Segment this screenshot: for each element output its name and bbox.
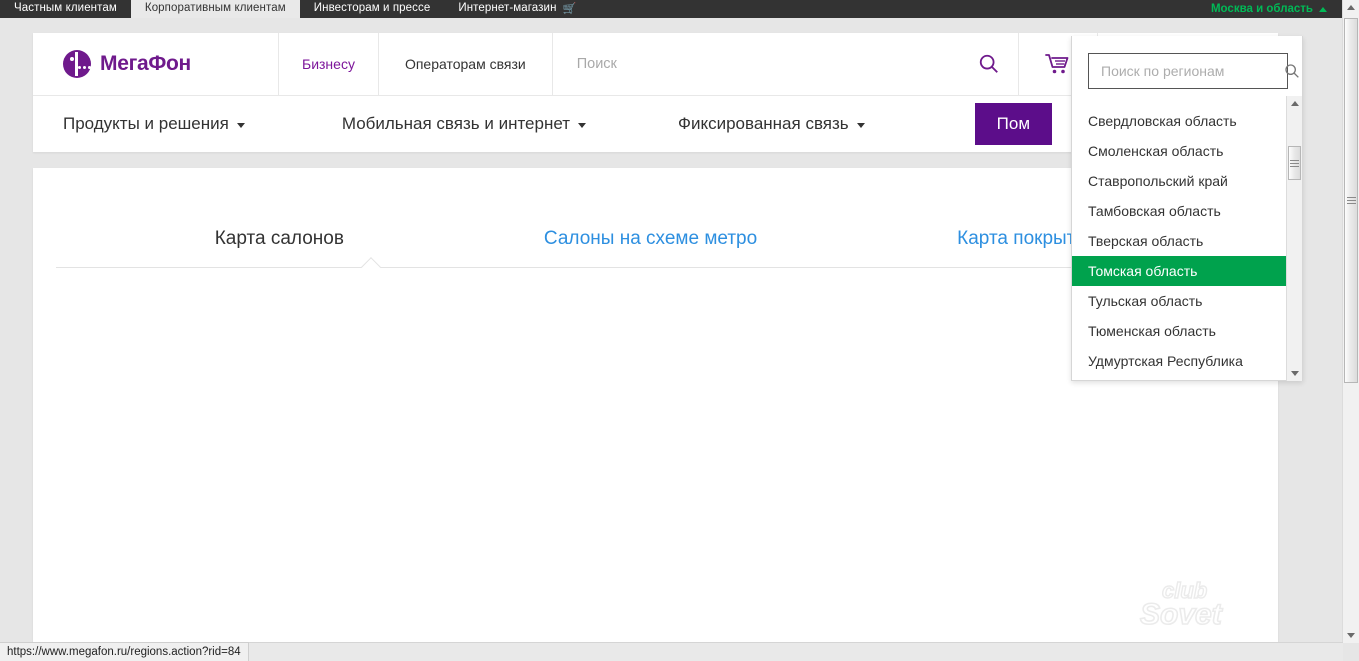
nav-item-label: Продукты и решения	[63, 114, 229, 133]
logo-link[interactable]: МегаФон	[33, 33, 279, 95]
chevron-down-icon	[578, 123, 587, 128]
scroll-up-arrow-icon[interactable]	[1287, 96, 1302, 111]
region-dropdown-panel: Свердловская область Смоленская область …	[1071, 36, 1303, 381]
cart-icon[interactable]	[1045, 53, 1071, 75]
region-selector-button[interactable]: Москва и область	[1201, 0, 1343, 18]
region-search-box[interactable]	[1088, 53, 1299, 89]
region-item[interactable]: Тюменская область	[1072, 316, 1287, 346]
search-icon[interactable]	[978, 53, 1000, 75]
scroll-down-arrow-icon[interactable]	[1287, 366, 1302, 381]
scroll-up-arrow-icon[interactable]	[1343, 0, 1359, 15]
topbar-tab-investors[interactable]: Инвесторам и прессе	[300, 0, 445, 18]
tab-label: Салоны на схеме метро	[543, 228, 758, 249]
nav-item-mobile[interactable]: Мобильная связь и интернет	[341, 114, 587, 134]
scroll-down-arrow-icon[interactable]	[1343, 628, 1359, 643]
cart-icon: 🛒	[562, 2, 577, 15]
region-scrollbar-thumb[interactable]	[1288, 146, 1301, 180]
region-item[interactable]: Смоленская область	[1072, 136, 1287, 166]
logo-text: МегаФон	[100, 52, 191, 75]
tab-stores-map[interactable]: Карта салонов	[215, 228, 344, 250]
tab-metro-map[interactable]: Салоны на схеме метро	[544, 228, 757, 250]
grip-icon	[1346, 197, 1356, 204]
caret-up-icon	[1319, 6, 1327, 12]
region-item-selected[interactable]: Томская область	[1072, 256, 1287, 286]
region-item[interactable]: Тверская область	[1072, 226, 1287, 256]
nav-item-fixed[interactable]: Фиксированная связь	[678, 114, 865, 134]
status-bar: https://www.megafon.ru/regions.action?ri…	[0, 642, 249, 661]
topbar-tab-label: Инвесторам и прессе	[313, 2, 431, 15]
top-audience-bar: Частным клиентам Корпоративным клиентам …	[0, 0, 1343, 18]
region-selector-label: Москва и область	[1210, 3, 1313, 15]
region-item[interactable]: Удмуртская Республика	[1072, 346, 1287, 376]
page-canvas: МегаФон Бизнесу Операторам связи Поиск П…	[0, 18, 1343, 643]
header-link-operators[interactable]: Операторам связи	[379, 33, 553, 95]
browser-scrollbar-thumb[interactable]	[1344, 18, 1358, 383]
topbar-tab-label: Корпоративным клиентам	[144, 2, 286, 15]
region-item[interactable]: Тульская область	[1072, 286, 1287, 316]
nav-item-label: Мобильная связь и интернет	[341, 114, 571, 133]
region-list[interactable]: Свердловская область Смоленская область …	[1072, 106, 1287, 380]
search-input[interactable]	[574, 55, 978, 73]
tab-label: Карта салонов	[214, 228, 344, 249]
topbar-tab-private[interactable]: Частным клиентам	[0, 0, 131, 18]
region-search-input[interactable]	[1099, 62, 1284, 80]
region-list-scrollbar[interactable]	[1286, 96, 1302, 381]
header-link-business[interactable]: Бизнесу	[279, 33, 379, 95]
help-and-service-button[interactable]: Пом	[974, 103, 1053, 145]
svg-text:Sovet: Sovet	[1140, 598, 1224, 631]
nav-item-products[interactable]: Продукты и решения	[63, 114, 245, 134]
logo-dots	[78, 66, 91, 69]
topbar-tab-label: Частным клиентам	[14, 2, 117, 15]
megafon-logo-icon	[63, 50, 91, 78]
region-item[interactable]: Ставропольский край	[1072, 166, 1287, 196]
topbar-tab-label: Интернет-магазин	[458, 2, 557, 15]
status-bar-url: https://www.megafon.ru/regions.action?ri…	[7, 646, 241, 658]
search-icon[interactable]	[1284, 63, 1300, 79]
sovetclub-watermark-icon: club Sovet	[1139, 577, 1224, 632]
svg-text:club: club	[1162, 578, 1207, 603]
region-item[interactable]: Свердловская область	[1072, 106, 1287, 136]
nav-item-label: Фиксированная связь	[678, 114, 849, 133]
region-item[interactable]: Тамбовская область	[1072, 196, 1287, 226]
chevron-down-icon	[856, 123, 865, 128]
browser-scrollbar[interactable]	[1342, 0, 1359, 643]
topbar-tab-shop[interactable]: Интернет-магазин 🛒	[444, 0, 590, 18]
header-link-label: Операторам связи	[404, 56, 526, 72]
site-search[interactable]	[553, 33, 1019, 95]
topbar-tab-corporate[interactable]: Корпоративным клиентам	[130, 0, 300, 18]
header-link-label: Бизнесу	[302, 56, 355, 72]
grip-icon	[1290, 159, 1299, 167]
chevron-down-icon	[236, 123, 245, 128]
